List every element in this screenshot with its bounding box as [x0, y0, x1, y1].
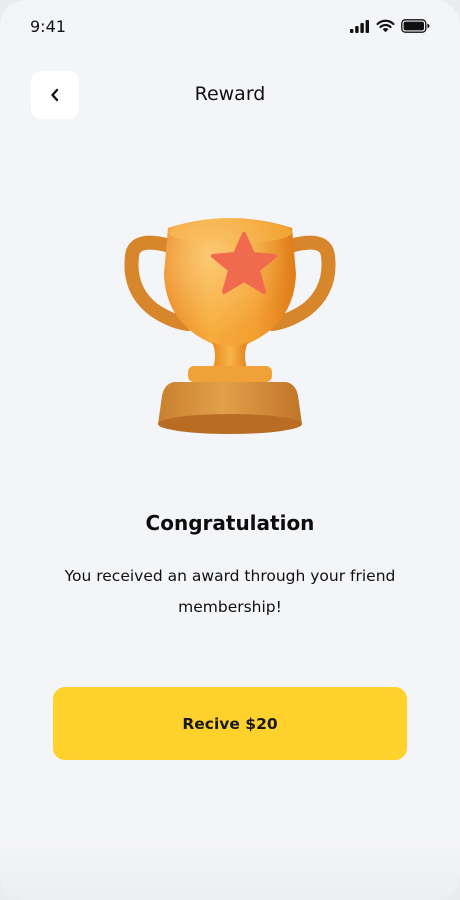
status-icons [350, 19, 430, 33]
status-time: 9:41 [30, 17, 66, 36]
cellular-signal-icon [350, 19, 369, 33]
trophy-icon [124, 218, 336, 434]
reward-headline: Congratulation [145, 511, 315, 535]
receive-reward-button[interactable]: Recive $20 [53, 687, 407, 760]
reward-message: You received an award through your frien… [64, 567, 396, 616]
page-title: Reward [194, 83, 266, 105]
bottom-fade [0, 840, 460, 900]
wifi-icon [376, 19, 395, 33]
battery-icon [401, 19, 430, 33]
phone-screen: 9:41 Reward Congratulation You received … [0, 0, 460, 900]
status-bar: 9:41 [0, 0, 460, 52]
